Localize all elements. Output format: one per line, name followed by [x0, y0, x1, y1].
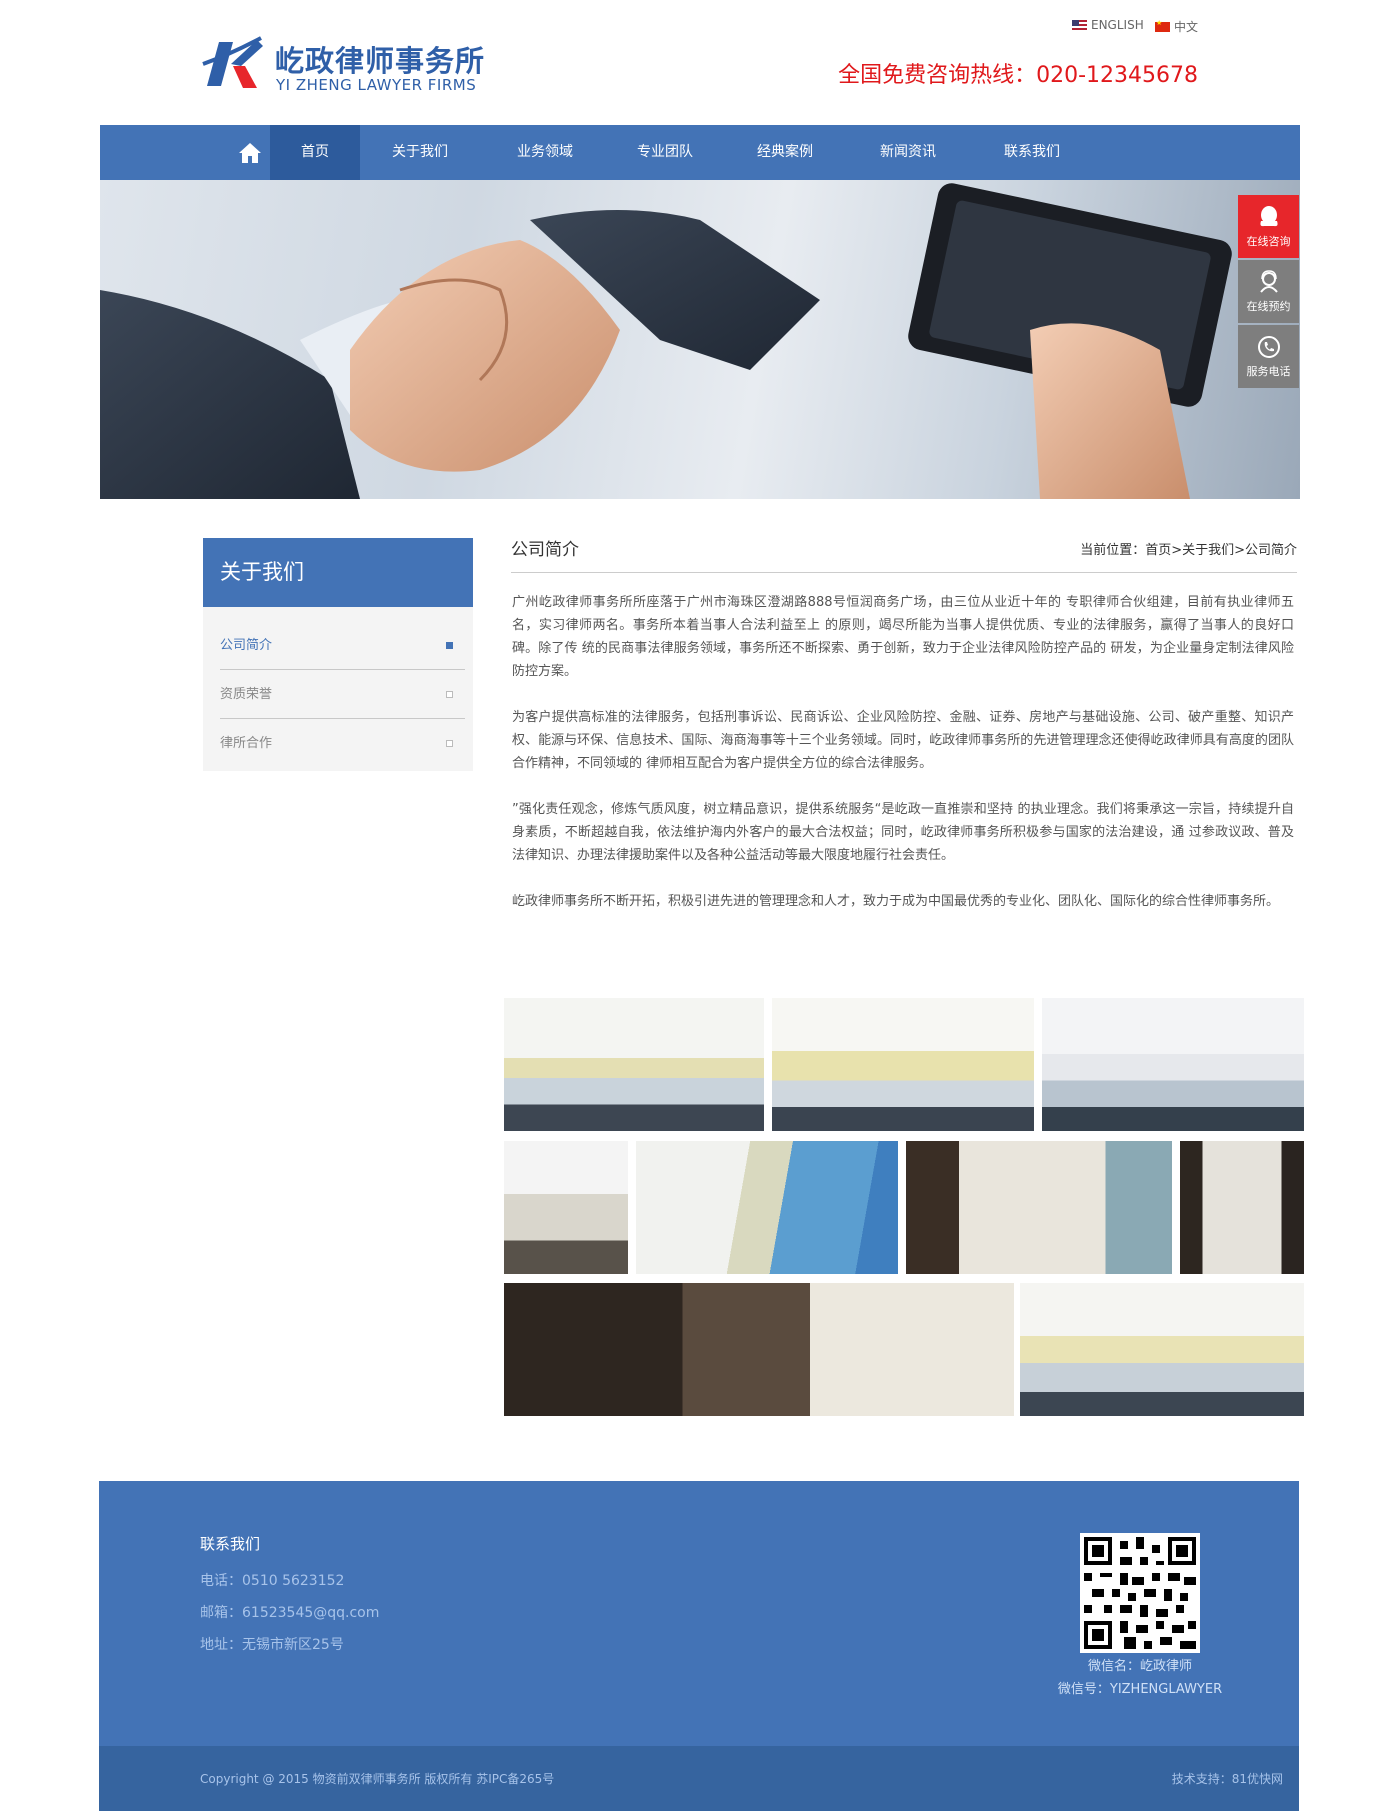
sidebar: 关于我们 公司简介 资质荣誉 律所合作	[203, 538, 473, 771]
service-phone-label: 服务电话	[1246, 364, 1291, 378]
nav-item-about[interactable]: 关于我们	[360, 125, 480, 180]
us-flag-icon	[1072, 20, 1087, 30]
service-phone-button[interactable]: 服务电话	[1238, 325, 1299, 388]
online-consult-button[interactable]: 在线咨询	[1238, 195, 1299, 258]
footer-title: 联系我们	[200, 1535, 261, 1553]
nav-item-practice-areas[interactable]: 业务领域	[485, 125, 605, 180]
qr-code-icon	[1084, 1537, 1196, 1649]
breadcrumb: 当前位置：首页>关于我们>公司简介	[1080, 543, 1297, 558]
office-photo	[906, 1141, 1172, 1274]
site-logo[interactable]: 屹政律师事务所 YI ZHENG LAWYER FIRMS	[201, 34, 491, 94]
online-consult-label: 在线咨询	[1246, 234, 1291, 248]
sidebar-title: 关于我们	[203, 538, 473, 607]
wechat-id: 微信号：YIZHENGLAWYER	[1057, 1682, 1223, 1697]
logo-name-cn: 屹政律师事务所	[275, 44, 486, 78]
office-photo	[1042, 998, 1304, 1131]
online-booking-label: 在线预约	[1246, 299, 1291, 313]
office-photo-gallery	[504, 998, 1304, 1416]
nav-item-home[interactable]: 首页	[270, 125, 360, 180]
office-photo	[504, 1141, 628, 1274]
logo-k-icon	[202, 36, 263, 88]
sidebar-item-label: 资质荣誉	[220, 687, 273, 702]
office-photo	[636, 1141, 898, 1274]
office-photo	[1180, 1141, 1304, 1274]
sidebar-item-label: 公司简介	[220, 638, 273, 653]
tech-support[interactable]: 技术支持：81优快网	[1172, 1770, 1283, 1787]
title-divider	[511, 572, 1297, 573]
wechat-name: 微信名：屹政律师	[1087, 1659, 1192, 1674]
main-nav: 首页 关于我们 业务领域 专业团队 经典案例 新闻资讯 联系我们	[100, 125, 1300, 180]
hotline: 全国免费咨询热线：020-12345678	[838, 63, 1198, 88]
hero-banner	[100, 180, 1300, 499]
cn-flag-icon	[1155, 19, 1170, 32]
intro-paragraph-1: 广州屹政律师事务所所座落于广州市海珠区澄湖路888号恒润商务广场，由三位从业近十…	[512, 595, 1294, 679]
online-booking-button[interactable]: 在线预约	[1238, 260, 1299, 323]
service-agent-icon	[1259, 269, 1278, 293]
sidebar-item-cooperation[interactable]: 律所合作	[220, 720, 465, 768]
page-title: 公司简介	[511, 540, 579, 560]
office-photo	[772, 998, 1034, 1131]
nav-item-news[interactable]: 新闻资讯	[848, 125, 968, 180]
intro-paragraph-3: ”强化责任观念，修炼气质风度，树立精品意识，提供系统服务“是屹政一直推崇和坚持 …	[512, 802, 1294, 863]
nav-item-cases[interactable]: 经典案例	[725, 125, 845, 180]
footer-phone: 电话：0510 5623152	[200, 1573, 345, 1589]
site-header: 屹政律师事务所 YI ZHENG LAWYER FIRMS ENGLISH 中文…	[0, 0, 1400, 125]
sidebar-item-label: 律所合作	[220, 736, 273, 751]
lang-english-link[interactable]: ENGLISH	[1072, 18, 1144, 32]
logo-name-en: YI ZHENG LAWYER FIRMS	[276, 76, 477, 94]
intro-paragraph-4: 屹政律师事务所不断开拓，积极引进先进的管理理念和人才，致力于成为中国最优秀的专业…	[512, 894, 1280, 909]
phone-icon	[1257, 335, 1280, 358]
square-bullet-icon	[446, 691, 453, 698]
sidebar-item-honors[interactable]: 资质荣誉	[220, 671, 465, 719]
lang-english-label: ENGLISH	[1091, 18, 1144, 32]
square-bullet-icon	[446, 740, 453, 747]
square-bullet-icon	[446, 642, 453, 649]
footer-bottom-bar: Copyright @ 2015 物资前双律师事务所 版权所有 苏IPC备265…	[99, 1746, 1299, 1811]
qq-icon	[1259, 205, 1278, 226]
home-icon	[239, 142, 261, 163]
intro-paragraph-2: 为客户提供高标准的法律服务，包括刑事诉讼、民商诉讼、企业风险防控、金融、证券、房…	[512, 710, 1294, 771]
footer-email[interactable]: 邮箱：61523545@qq.com	[200, 1602, 379, 1622]
lang-chinese-label: 中文	[1174, 20, 1199, 34]
lang-chinese-link[interactable]: 中文	[1155, 18, 1198, 35]
site-footer: 联系我们 电话：0510 5623152 邮箱：61523545@qq.com …	[99, 1481, 1299, 1811]
wechat-qr-code	[1080, 1533, 1200, 1653]
footer-address: 地址：无锡市新区25号	[200, 1637, 344, 1653]
office-photo	[504, 1283, 1014, 1416]
office-photo	[1020, 1283, 1304, 1416]
sidebar-item-company-profile[interactable]: 公司简介	[220, 622, 465, 670]
office-photo	[504, 998, 764, 1131]
handshake-image	[100, 183, 1232, 499]
floating-contact-bar: 在线咨询 在线预约 服务电话	[1238, 195, 1299, 390]
nav-item-team[interactable]: 专业团队	[605, 125, 725, 180]
copyright: Copyright @ 2015 物资前双律师事务所 版权所有 苏IPC备265…	[200, 1772, 555, 1786]
nav-item-contact[interactable]: 联系我们	[972, 125, 1092, 180]
